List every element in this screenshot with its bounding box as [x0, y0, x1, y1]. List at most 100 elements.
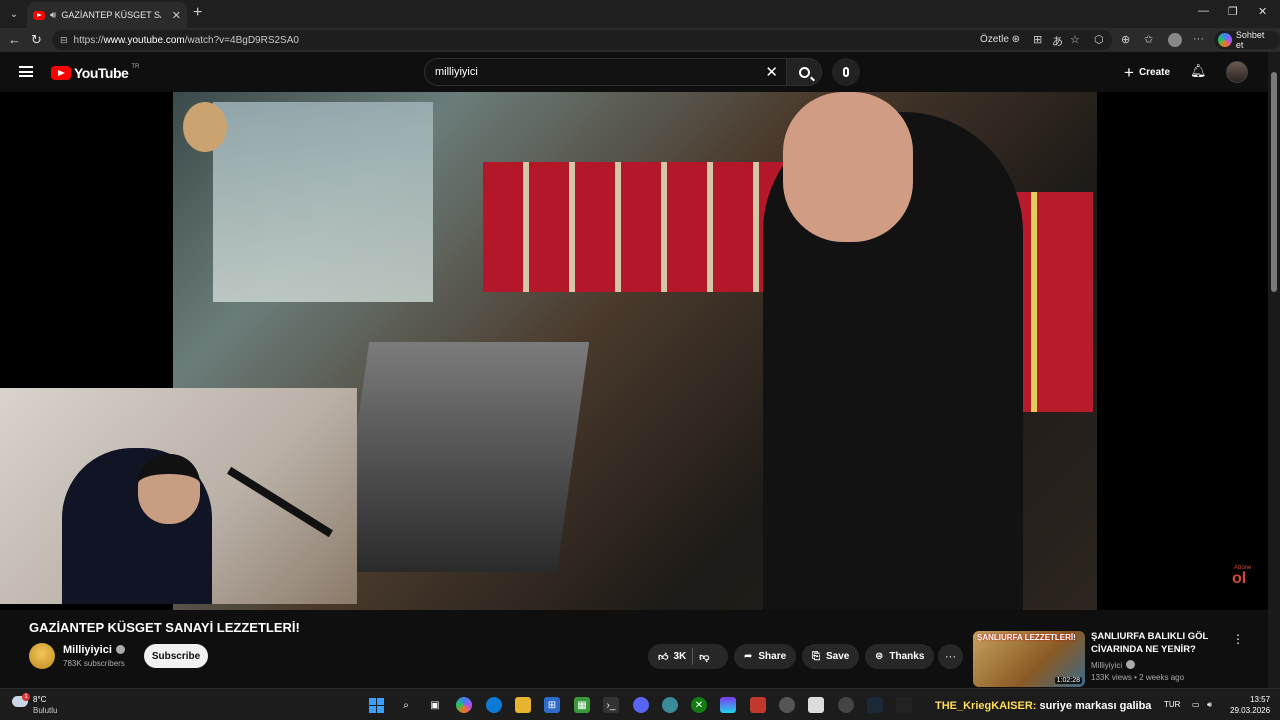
- video-scene-shelf: [483, 162, 783, 292]
- minecraft-icon[interactable]: ▦: [574, 697, 590, 713]
- address-bar[interactable]: ⊟ https://www.youtube.com/watch?v=4BgD9R…: [52, 30, 1112, 50]
- back-arrow-icon[interactable]: ←: [8, 32, 21, 47]
- terminal-icon[interactable]: ›_: [603, 697, 619, 713]
- window-close-icon[interactable]: ✕: [1258, 5, 1267, 18]
- video-scene-grill: [336, 342, 590, 572]
- scrollbar-thumb[interactable]: [1271, 72, 1277, 292]
- search-input[interactable]: milliyiyici ✕: [424, 58, 786, 86]
- extensions-icon[interactable]: ⬡: [1094, 33, 1104, 46]
- discord-icon[interactable]: [633, 697, 649, 713]
- browser-profile-avatar[interactable]: [1168, 33, 1182, 47]
- dislike-button[interactable]: 👎︎: [699, 651, 709, 663]
- video-duration: 1:02:28: [1054, 677, 1082, 684]
- like-divider: [692, 648, 694, 665]
- edge-browser-icon[interactable]: [486, 697, 502, 713]
- notifications-bell-icon[interactable]: 🔔︎: [1190, 63, 1207, 79]
- split-screen-icon[interactable]: ⊕: [1121, 33, 1130, 46]
- recommendation-thumbnail[interactable]: ŞANLIURFA LEZZETLERİ! 1:02:28: [973, 631, 1085, 687]
- start-windows-icon[interactable]: [368, 697, 384, 713]
- verified-badge-icon: [115, 645, 125, 654]
- network-icon[interactable]: ▭: [1192, 700, 1200, 709]
- globe-app-icon[interactable]: [662, 697, 678, 713]
- channel-name[interactable]: Milliyiyici: [63, 644, 125, 656]
- recommendation-channel[interactable]: Milliyiyici: [1091, 660, 1136, 670]
- microsoft-store-icon[interactable]: ⊞: [544, 697, 560, 713]
- shield-app-icon[interactable]: [779, 697, 795, 713]
- windows-taskbar: 1 8°C Bulutlu ⌕ ▣ ⊞ ▦ ›_ ✕ THE_KriegKAIS…: [0, 688, 1280, 720]
- speaker-icon[interactable]: 🔊︎: [50, 10, 56, 21]
- super-thanks-icon: ⊜: [875, 651, 884, 662]
- recommendation-meta: 133K views • 2 weeks ago: [1091, 673, 1185, 682]
- youtube-logo[interactable]: YouTube TR: [51, 64, 139, 81]
- video-player[interactable]: Abone ol: [0, 92, 1268, 610]
- thanks-button[interactable]: ⊜ Thanks: [865, 644, 935, 669]
- plus-icon: +: [1124, 62, 1134, 82]
- ozetle-button[interactable]: Özetle ⊛: [980, 34, 1020, 45]
- microphone-icon: [843, 67, 849, 77]
- steam-icon[interactable]: [867, 697, 883, 713]
- weather-alert-badge: 1: [22, 693, 30, 701]
- site-info-icon[interactable]: ⊟: [60, 35, 68, 46]
- save-button[interactable]: ⎘ Save: [802, 644, 860, 669]
- recommendation-menu-icon[interactable]: ⋮: [1232, 632, 1244, 646]
- sohbet-button[interactable]: Sohbet et: [1214, 30, 1280, 50]
- new-tab-icon[interactable]: +: [193, 4, 202, 22]
- search-button[interactable]: [786, 58, 822, 86]
- share-button[interactable]: ➦ Share: [734, 644, 797, 669]
- copilot-icon: [1218, 33, 1232, 47]
- obs-icon[interactable]: [838, 697, 854, 713]
- volume-icon[interactable]: 🔊︎: [1207, 700, 1212, 710]
- app-dark-icon[interactable]: [896, 697, 912, 713]
- translate-icon[interactable]: あ: [1052, 33, 1063, 49]
- favorite-star-icon[interactable]: ☆: [1070, 33, 1080, 46]
- favorites-icon[interactable]: ✩: [1144, 33, 1153, 46]
- channel-watermark-logo: [183, 102, 227, 152]
- youtube-play-icon: [51, 66, 71, 80]
- reload-icon[interactable]: ↻: [31, 32, 42, 48]
- tab-actions-menu-icon[interactable]: ⌄: [4, 4, 24, 24]
- browser-tab-active[interactable]: 🔊︎ GAZİANTEP KÜSGET SANAYİ LEZZETLERİ! ✕: [27, 2, 187, 28]
- copilot-taskbar-icon[interactable]: [456, 697, 472, 713]
- subscribe-button[interactable]: Subscribe: [144, 644, 208, 668]
- youtube-favicon-icon: [33, 10, 45, 20]
- abone-ol-watermark[interactable]: ol: [1232, 570, 1246, 588]
- more-actions-button[interactable]: ···: [938, 644, 963, 669]
- channel-avatar[interactable]: [29, 643, 55, 669]
- streamer-webcam-overlay: [0, 388, 357, 604]
- weather-description: Bulutlu: [33, 706, 58, 715]
- like-dislike-group: 👍︎ 3K 👎︎: [648, 644, 728, 669]
- more-options-icon[interactable]: ···: [1193, 33, 1204, 45]
- hamburger-menu-icon[interactable]: [19, 66, 33, 77]
- red-app-icon[interactable]: [750, 697, 766, 713]
- document-icon[interactable]: [808, 697, 824, 713]
- browser-toolbar: ← ↻ ⊟ https://www.youtube.com/watch?v=4B…: [0, 28, 1280, 52]
- browser-tab-bar: ⌄ 🔊︎ GAZİANTEP KÜSGET SANAYİ LEZZETLERİ!…: [0, 0, 1280, 28]
- clear-search-icon[interactable]: ✕: [765, 63, 778, 81]
- restore-icon[interactable]: ❐: [1228, 5, 1238, 18]
- system-clock[interactable]: 13:57 29.03.2026: [1230, 694, 1270, 716]
- page-scrollbar[interactable]: [1268, 52, 1280, 688]
- recommendation-title[interactable]: ŞANLIURFA BALIKLI GÖL CİVARINDA NE YENİR…: [1091, 630, 1221, 656]
- video-title: GAZİANTEP KÜSGET SANAYİ LEZZETLERİ!: [29, 620, 300, 635]
- thumbs-up-icon: 👍︎: [658, 651, 669, 663]
- create-button[interactable]: + Create: [1116, 60, 1178, 84]
- user-avatar[interactable]: [1226, 61, 1248, 83]
- tab-close-icon[interactable]: ✕: [172, 9, 181, 22]
- subscriber-count: 783K subscribers: [63, 659, 125, 668]
- bookmark-icon: ⎘: [812, 651, 820, 662]
- weather-temperature: 8°C: [33, 695, 47, 704]
- file-explorer-icon[interactable]: [515, 697, 531, 713]
- url-text: https://www.youtube.com/watch?v=4BgD9RS2…: [73, 34, 299, 46]
- input-language[interactable]: TUR: [1164, 700, 1180, 709]
- task-view-icon[interactable]: ▣: [427, 697, 443, 713]
- minimize-icon[interactable]: —: [1198, 5, 1209, 17]
- reader-view-icon[interactable]: ⊞: [1033, 33, 1042, 46]
- thumbs-down-icon: 👎︎: [699, 651, 710, 663]
- taskbar-search-icon[interactable]: ⌕: [398, 697, 414, 713]
- voice-search-button[interactable]: [832, 58, 860, 86]
- app-icon[interactable]: [720, 697, 736, 713]
- xbox-icon[interactable]: ✕: [691, 697, 707, 713]
- stream-chat-overlay: THE_KriegKAISER: suriye markası galiba: [935, 700, 1152, 712]
- tab-title: GAZİANTEP KÜSGET SANAYİ LEZZETLERİ!: [61, 10, 161, 20]
- like-button[interactable]: 👍︎ 3K: [658, 651, 686, 663]
